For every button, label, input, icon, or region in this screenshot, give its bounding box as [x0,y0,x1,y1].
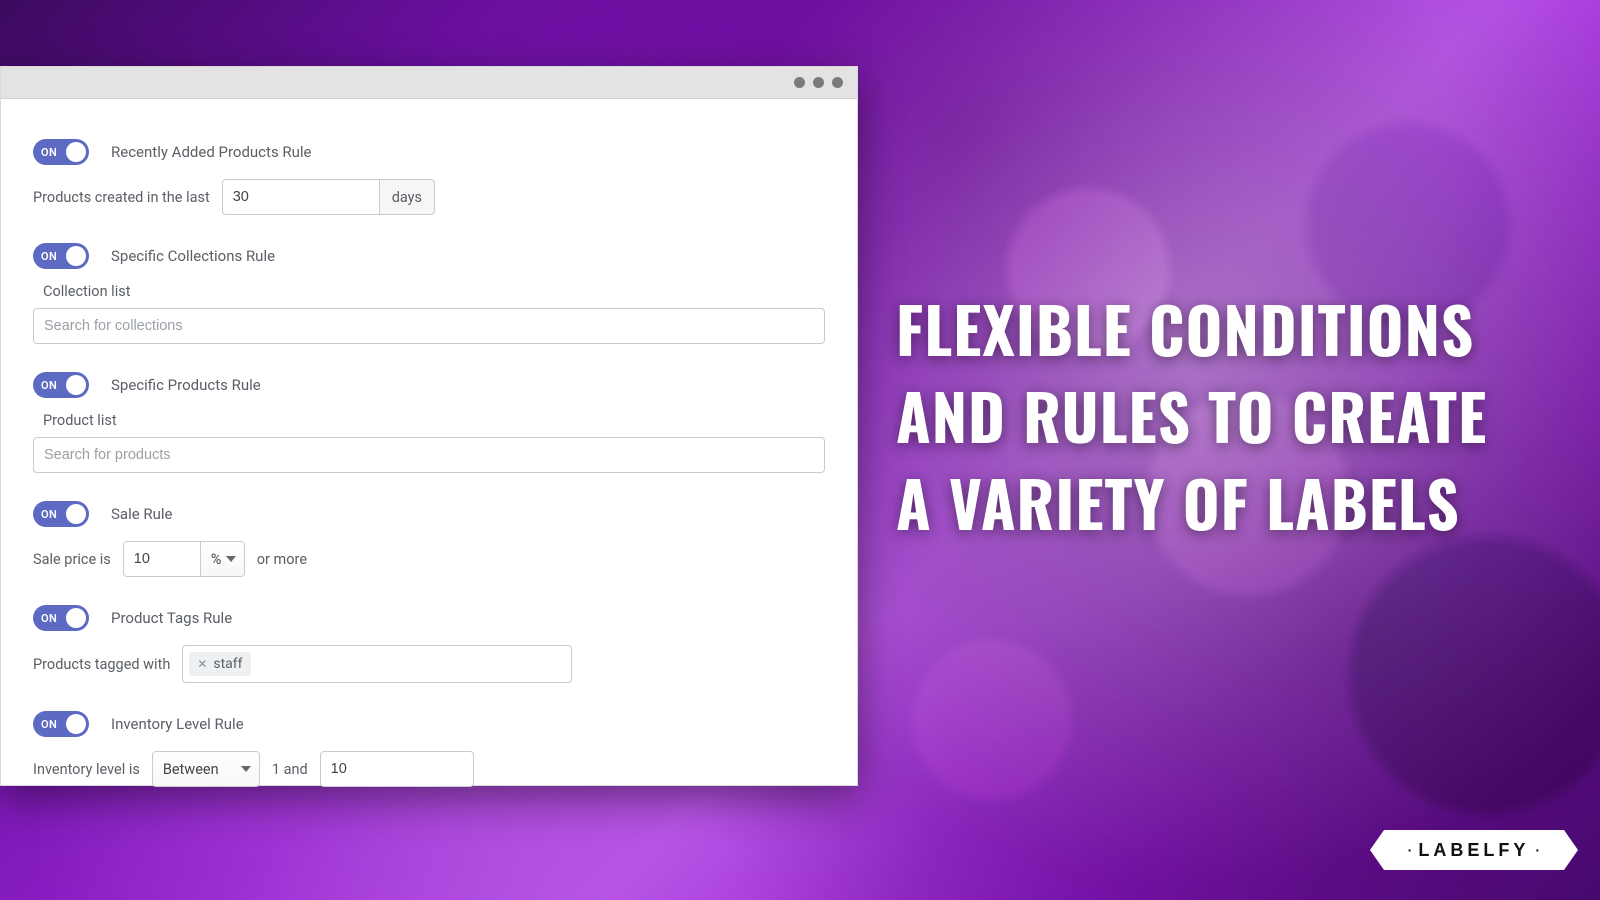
toggle-knob [66,246,86,266]
rule-title: Inventory Level Rule [111,715,244,733]
rule-inventory-level: ON Inventory Level Rule Inventory level … [33,711,825,787]
rule-sale: ON Sale Rule Sale price is % or more [33,501,825,577]
toggle-label: ON [41,718,57,731]
rule-title: Specific Collections Rule [111,247,275,265]
toggle-knob [66,375,86,395]
rule-product-tags: ON Product Tags Rule Products tagged wit… [33,605,825,683]
toggle-sale[interactable]: ON [33,501,89,527]
window-titlebar [1,67,857,99]
chevron-down-icon [241,766,251,772]
chevron-down-icon [226,556,236,562]
browser-window: ON Recently Added Products Rule Products… [0,66,858,786]
bullet-icon: · [1402,842,1419,858]
tags-input[interactable]: ✕ staff [182,645,572,683]
remove-tag-icon[interactable]: ✕ [197,657,207,671]
toggle-knob [66,714,86,734]
rule-title: Product Tags Rule [111,609,232,627]
tags-prefix-label: Products tagged with [33,656,170,673]
inventory-prefix-label: Inventory level is [33,761,140,778]
toggle-recently-added[interactable]: ON [33,139,89,165]
inventory-operator-value: Between [163,761,219,778]
bullet-icon: · [1529,842,1546,858]
recent-days-input[interactable] [222,179,380,215]
rule-title: Sale Rule [111,505,173,523]
toggle-label: ON [41,379,57,392]
marketing-slide: ON Recently Added Products Rule Products… [0,0,1600,900]
tag-chip: ✕ staff [189,652,250,676]
inventory-upper-input[interactable] [320,751,474,787]
toggle-specific-products[interactable]: ON [33,372,89,398]
toggle-inventory-level[interactable]: ON [33,711,89,737]
rule-title: Specific Products Rule [111,376,261,394]
sale-value-input[interactable] [123,541,201,577]
labelfy-logo: · LABELFY · [1384,830,1564,870]
product-list-label: Product list [43,412,825,429]
toggle-label: ON [41,250,57,263]
rules-form: ON Recently Added Products Rule Products… [1,99,857,807]
toggle-label: ON [41,612,57,625]
rule-specific-collections: ON Specific Collections Rule Collection … [33,243,825,344]
toggle-label: ON [41,146,57,159]
inventory-mid-label: 1 and [272,761,308,778]
collection-list-label: Collection list [43,283,825,300]
window-control-dot[interactable] [813,77,824,88]
toggle-knob [66,142,86,162]
toggle-knob [66,504,86,524]
sale-prefix-label: Sale price is [33,551,111,568]
rule-recently-added: ON Recently Added Products Rule Products… [33,139,825,215]
inventory-operator-select[interactable]: Between [152,751,260,787]
sale-unit-select[interactable]: % [201,541,245,577]
toggle-product-tags[interactable]: ON [33,605,89,631]
toggle-knob [66,608,86,628]
sale-suffix-label: or more [257,551,307,568]
toggle-label: ON [41,508,57,521]
recent-days-unit: days [380,179,435,215]
tag-text: staff [213,656,242,672]
rule-title: Recently Added Products Rule [111,143,312,161]
toggle-specific-collections[interactable]: ON [33,243,89,269]
logo-text: LABELFY [1418,840,1529,861]
rule-specific-products: ON Specific Products Rule Product list [33,372,825,473]
product-search-input[interactable] [33,437,825,473]
window-control-dot[interactable] [832,77,843,88]
hero-headline: Flexible conditions and rules to create … [896,286,1536,547]
collection-search-input[interactable] [33,308,825,344]
sale-unit-value: % [211,551,222,568]
recent-prefix-label: Products created in the last [33,189,210,206]
window-control-dot[interactable] [794,77,805,88]
